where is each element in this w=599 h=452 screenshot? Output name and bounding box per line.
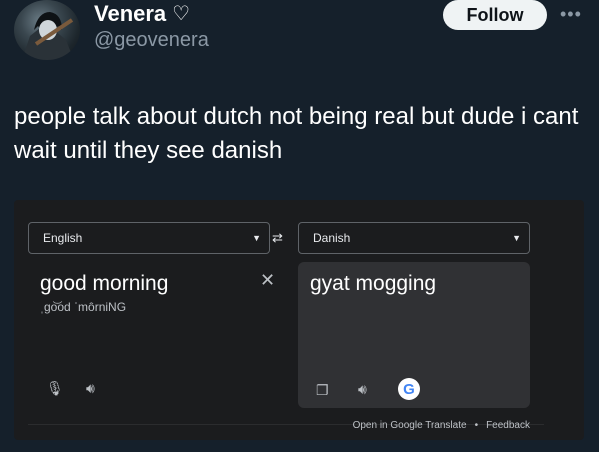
close-icon[interactable]: ✕ bbox=[260, 270, 275, 291]
name-row: Venera ♡ bbox=[94, 0, 190, 28]
more-horizontal-icon[interactable]: ••• bbox=[560, 4, 582, 25]
separator-dot: • bbox=[474, 420, 479, 431]
target-language-select[interactable]: Danish ▼ bbox=[298, 222, 530, 254]
source-pane[interactable]: good morning ˌɡo͝od ˈmôrniNG ✕ bbox=[28, 262, 290, 412]
source-language-select[interactable]: English ▼ bbox=[28, 222, 270, 254]
microphone-icon[interactable]: 🎙︎ bbox=[46, 380, 64, 397]
source-phonetic: ˌɡo͝od ˈmôrniNG bbox=[40, 300, 127, 314]
source-text[interactable]: good morning bbox=[40, 272, 168, 296]
tweet-header: Venera ♡ @geovenera Follow ••• bbox=[0, 0, 599, 70]
copy-icon[interactable]: ❐ bbox=[316, 382, 329, 399]
chevron-down-icon: ▼ bbox=[512, 233, 521, 243]
translate-screenshot: English ▼ ⇄ Danish ▼ good morning ˌɡo͝od… bbox=[14, 200, 584, 440]
user-handle[interactable]: @geovenera bbox=[94, 29, 209, 52]
speaker-icon[interactable]: 🔊︎ bbox=[358, 381, 367, 398]
translate-footer: Open in Google Translate • Feedback bbox=[353, 420, 530, 431]
open-in-google-translate-link[interactable]: Open in Google Translate bbox=[353, 420, 467, 431]
chevron-down-icon: ▼ bbox=[252, 233, 261, 243]
target-pane: gyat mogging ❐ 🔊︎ G bbox=[298, 262, 530, 408]
tweet-text: people talk about dutch not being real b… bbox=[14, 103, 579, 164]
target-language-label: Danish bbox=[313, 231, 351, 245]
source-language-label: English bbox=[43, 231, 83, 245]
google-logo-icon[interactable]: G bbox=[398, 378, 420, 400]
display-name[interactable]: Venera bbox=[94, 1, 166, 27]
avatar[interactable] bbox=[14, 0, 80, 60]
follow-button[interactable]: Follow bbox=[443, 0, 547, 30]
target-text: gyat mogging bbox=[310, 272, 437, 295]
feedback-link[interactable]: Feedback bbox=[486, 420, 530, 431]
swap-languages-icon[interactable]: ⇄ bbox=[272, 230, 283, 246]
speaker-icon[interactable]: 🔊︎ bbox=[86, 380, 95, 397]
heart-outline-icon: ♡ bbox=[172, 3, 191, 25]
